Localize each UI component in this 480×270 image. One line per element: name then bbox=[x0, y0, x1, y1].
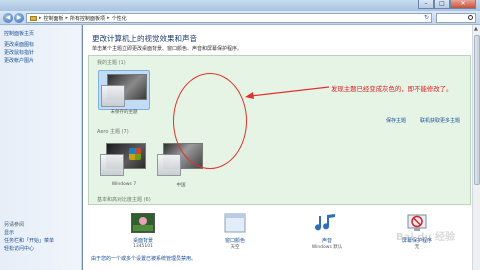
breadcrumb-control-panel[interactable]: 控制面板 bbox=[44, 15, 64, 22]
save-theme-link[interactable]: 保存主题 bbox=[386, 117, 406, 124]
desktop-background-icon bbox=[131, 213, 155, 233]
window-color-label[interactable]: 窗口颜色 bbox=[205, 237, 265, 244]
refresh-icon[interactable]: ↻ bbox=[424, 14, 429, 21]
change-desktop-icons-link[interactable]: 更改桌面图标 bbox=[4, 41, 81, 49]
window-controls: – □ ✕ bbox=[418, 0, 476, 10]
window-color-value: 天空 bbox=[230, 245, 240, 250]
theme-list[interactable]: 我的主题 (1) 未保存的主题 保存主题 联机获取更多主题 Aero 主题 (7… bbox=[88, 55, 471, 205]
maximize-button[interactable]: □ bbox=[434, 0, 450, 9]
aero-themes-heading: Aero 主题 (7) bbox=[97, 129, 129, 135]
address-bar: ◀ ▶ ▸ 控制面板 ▸ 所有控制面板项 ▸ 个性化 ↻ bbox=[0, 11, 480, 25]
vertical-scrollbar[interactable]: ▲ bbox=[472, 25, 480, 270]
change-account-picture-link[interactable]: 更改帐户图片 bbox=[4, 57, 81, 65]
see-also-title: 另请参阅 bbox=[4, 222, 25, 228]
scroll-up-icon[interactable]: ▲ bbox=[474, 26, 478, 32]
search-icon bbox=[468, 15, 473, 20]
windows-logo-icon bbox=[129, 148, 141, 160]
desktop-background-label[interactable]: 桌面背景 bbox=[113, 237, 173, 244]
window-color-icon bbox=[224, 213, 246, 233]
theme-windows7-thumbnail[interactable] bbox=[98, 140, 150, 180]
forward-button[interactable]: ▶ bbox=[14, 13, 24, 23]
left-pane: 控制面板主页 更改桌面图标 更改鼠标指针 更改帐户图片 另请参阅 显示 任务栏和… bbox=[0, 25, 82, 270]
back-button[interactable]: ◀ bbox=[3, 13, 13, 23]
scrollbar-thumb[interactable] bbox=[474, 35, 480, 185]
desktop-background-value: 1345101 bbox=[132, 244, 154, 249]
breadcrumb-separator: ▸ bbox=[65, 15, 69, 21]
display-link[interactable]: 显示 bbox=[4, 229, 54, 237]
window-color-swatch bbox=[101, 85, 125, 107]
theme-actions: 保存主题 联机获取更多主题 bbox=[386, 117, 460, 124]
annotation-arrow-icon bbox=[245, 86, 330, 99]
window-color-swatch bbox=[100, 154, 124, 176]
control-panel-home-link[interactable]: 控制面板主页 bbox=[4, 30, 81, 38]
unsaved-theme-caption: 未保存的主题 bbox=[110, 110, 138, 115]
sounds-value: Windows 默认 bbox=[311, 245, 343, 250]
watermark: Bai du 经验 bbox=[396, 232, 456, 243]
see-also-section: 另请参阅 显示 任务栏和「开始」菜单 轻松访问中心 bbox=[4, 221, 54, 253]
window-color-swatch bbox=[157, 154, 181, 176]
folder-icon bbox=[30, 15, 37, 21]
unsaved-theme-thumbnail[interactable] bbox=[98, 70, 150, 110]
basic-themes-heading: 基本和高对比度主题 (6) bbox=[97, 197, 151, 203]
annotation-circle bbox=[173, 73, 247, 169]
taskbar-start-menu-link[interactable]: 任务栏和「开始」菜单 bbox=[4, 237, 54, 245]
theme-caption: Windows 7 bbox=[111, 182, 137, 187]
sounds-label[interactable]: 声音 bbox=[297, 237, 357, 244]
change-mouse-pointers-link[interactable]: 更改鼠标指针 bbox=[4, 49, 81, 57]
page-description: 单击某个主题立即更改桌面背景、窗口颜色、声音和屏幕保护程序。 bbox=[92, 46, 243, 52]
breadcrumb-separator: ▸ bbox=[39, 15, 42, 21]
admin-disabled-notice[interactable]: 由于您的一个或多个设置已被系统管理员禁用。 bbox=[91, 255, 196, 262]
breadcrumb-personalization[interactable]: 个性化 bbox=[112, 15, 127, 22]
get-more-themes-link[interactable]: 联机获取更多主题 bbox=[420, 117, 460, 124]
title-bar: – □ ✕ bbox=[0, 0, 480, 11]
breadcrumb[interactable]: ▸ 控制面板 ▸ 所有控制面板项 ▸ 个性化 bbox=[26, 13, 432, 23]
annotation-text: 发现主题已经变成灰色的，即不能修改了。 bbox=[331, 85, 453, 93]
search-input[interactable] bbox=[436, 13, 476, 23]
ease-of-access-link[interactable]: 轻松访问中心 bbox=[4, 245, 54, 253]
minimize-button[interactable]: – bbox=[418, 0, 434, 9]
desktop-background-setting[interactable]: 桌面背景 1345101 bbox=[113, 213, 173, 249]
my-themes-heading: 我的主题 (1) bbox=[97, 60, 126, 66]
sounds-setting[interactable]: 声音 Windows 默认 bbox=[297, 213, 357, 250]
breadcrumb-separator: ▸ bbox=[107, 15, 110, 21]
breadcrumb-all-items[interactable]: 所有控制面板项 bbox=[70, 15, 105, 22]
page-title: 更改计算机上的视觉效果和声音 bbox=[92, 34, 197, 43]
speaker-music-icon bbox=[315, 214, 335, 231]
window-color-setting[interactable]: 窗口颜色 天空 bbox=[205, 213, 265, 250]
screen-saver-value: 无 bbox=[414, 245, 420, 250]
theme-caption: 中国 bbox=[176, 183, 186, 188]
close-button[interactable]: ✕ bbox=[450, 0, 476, 9]
